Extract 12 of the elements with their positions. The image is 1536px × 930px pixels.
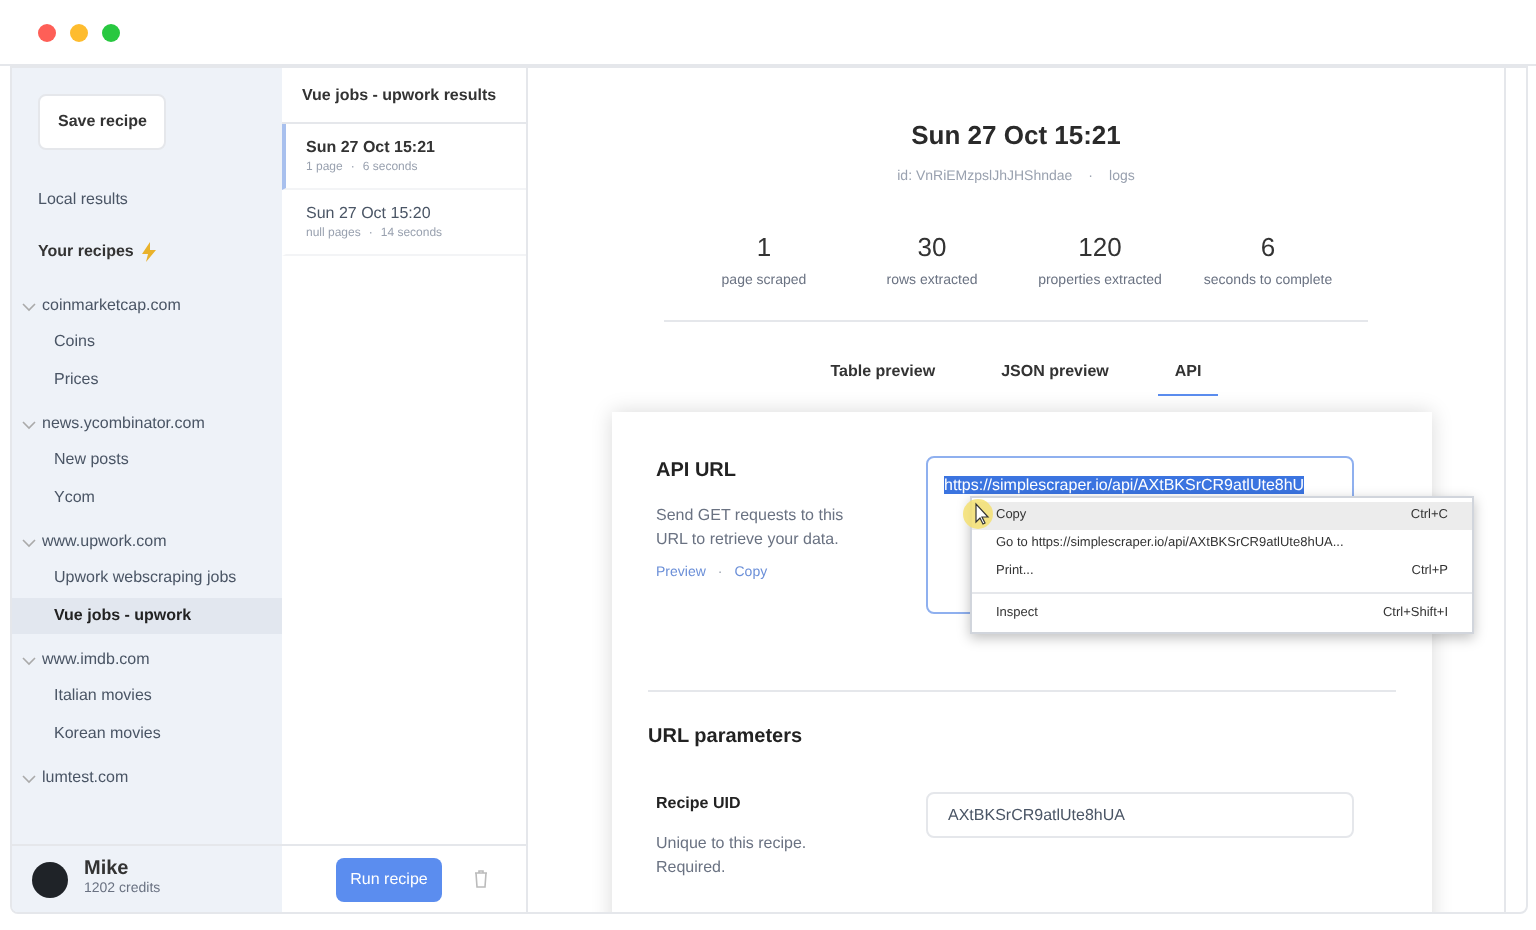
stat-value: 6	[1260, 230, 1276, 266]
field-label: Recipe UID	[656, 792, 743, 816]
stat-value: 30	[917, 230, 947, 266]
section-heading: Your recipes	[38, 240, 134, 264]
stat-value: 120	[1078, 230, 1122, 266]
description-text: Unique to this recipe. Required.	[656, 832, 809, 880]
stat-value: 1	[756, 230, 772, 266]
user-name: Mike	[84, 857, 131, 881]
description-text: Send GET requests to this URL to retrieve your data.	[656, 504, 846, 552]
section-heading: URL parameters	[648, 724, 805, 752]
section-heading: API URL	[656, 458, 738, 486]
run-title: Sun 27 Oct 15:21	[911, 118, 1121, 154]
